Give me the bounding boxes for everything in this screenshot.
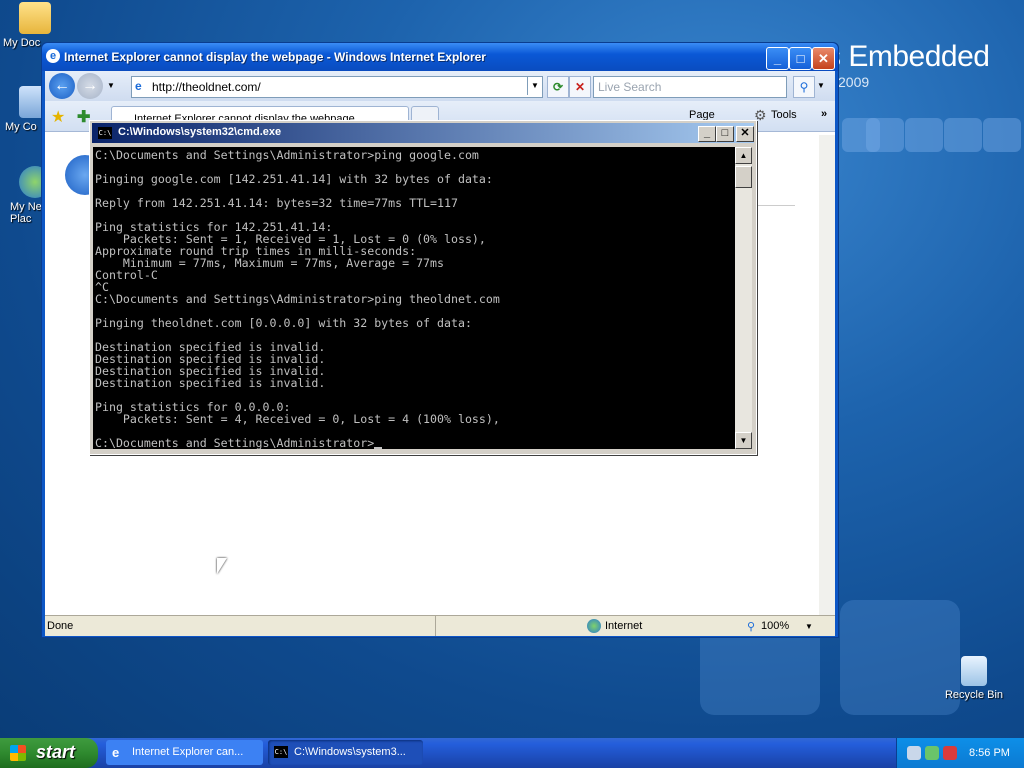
- start-label: start: [36, 742, 76, 762]
- cmd-window-title: C:\Windows\system32\cmd.exe: [118, 126, 282, 138]
- console-line: Destination specified is invalid.: [95, 376, 326, 390]
- refresh-button[interactable]: ⟳: [547, 76, 569, 98]
- minimize-button[interactable]: _: [766, 47, 789, 70]
- tools-menu-button[interactable]: Tools: [771, 109, 797, 121]
- ie-window-title: Internet Explorer cannot display the web…: [64, 50, 486, 64]
- zone-label: Internet: [605, 620, 643, 632]
- ie-address-toolbar: ← → ▼ e http://theoldnet.com/ ▼ ⟳ ✕ Live…: [45, 71, 835, 101]
- status-divider: [435, 616, 436, 636]
- desktop-icon-recycle-bin[interactable]: Recycle Bin: [939, 656, 1009, 701]
- zoom-level[interactable]: 100%: [761, 620, 789, 632]
- cmd-minimize-button[interactable]: _: [698, 126, 716, 142]
- search-icon[interactable]: ⚲: [793, 76, 815, 98]
- cmd-vertical-scrollbar[interactable]: ▲ ▼: [735, 147, 752, 449]
- console-line: Packets: Sent = 4, Received = 0, Lost = …: [95, 412, 500, 426]
- taskbar-item-label: C:\Windows\system3...: [294, 746, 406, 758]
- console-output: C:\Documents and Settings\Administrator>…: [93, 147, 735, 449]
- decor-tile: [866, 118, 904, 152]
- decor-tile: [944, 118, 982, 152]
- decor-tile: [983, 118, 1021, 152]
- ie-vertical-scrollbar[interactable]: [819, 135, 835, 635]
- system-tray: 8:56 PM: [896, 738, 1024, 768]
- close-button[interactable]: ✕: [812, 47, 835, 70]
- search-placeholder: Live Search: [598, 80, 662, 94]
- scroll-up-icon[interactable]: ▲: [735, 147, 752, 164]
- console-line: C:\Documents and Settings\Administrator>…: [95, 292, 500, 306]
- internet-zone-icon: [587, 619, 601, 633]
- console-line: Reply from 142.251.41.14: bytes=32 time=…: [95, 196, 458, 210]
- cmd-window: C:\ C:\Windows\system32\cmd.exe _ □ ✕ C:…: [89, 120, 757, 455]
- page-icon: e: [135, 79, 142, 93]
- ie-logo-icon: e: [112, 745, 120, 760]
- cmd-icon: C:\: [274, 746, 288, 758]
- console-line: Pinging theoldnet.com [0.0.0.0] with 32 …: [95, 316, 472, 330]
- security-shield-icon[interactable]: [943, 746, 957, 760]
- search-input[interactable]: Live Search: [593, 76, 787, 98]
- recycle-bin-icon: [961, 656, 987, 686]
- ie-titlebar[interactable]: e Internet Explorer cannot display the w…: [42, 43, 838, 71]
- folder-icon: [19, 2, 51, 34]
- decor-tile: [905, 118, 943, 152]
- toolbar-overflow-icon[interactable]: »: [821, 108, 827, 120]
- back-button[interactable]: ←: [49, 73, 75, 99]
- stop-button[interactable]: ✕: [569, 76, 591, 98]
- status-text: Done: [47, 620, 74, 632]
- recent-pages-dropdown-icon[interactable]: ▼: [107, 81, 115, 90]
- mouse-cursor-icon: [217, 558, 227, 574]
- taskbar-item-label: Internet Explorer can...: [132, 746, 244, 758]
- maximize-button[interactable]: □: [789, 47, 812, 70]
- cmd-titlebar[interactable]: C:\ C:\Windows\system32\cmd.exe _ □ ✕: [92, 123, 754, 143]
- favorites-star-icon[interactable]: ★: [51, 107, 65, 127]
- scroll-thumb[interactable]: [735, 166, 752, 188]
- forward-button[interactable]: →: [77, 73, 103, 99]
- taskbar-item-ie[interactable]: e Internet Explorer can...: [106, 740, 263, 765]
- desktop-icon-label: Recycle Bin: [944, 689, 1004, 701]
- address-dropdown-icon[interactable]: ▼: [527, 77, 542, 95]
- cmd-maximize-button[interactable]: □: [716, 126, 734, 142]
- search-options-icon[interactable]: ▼: [817, 81, 825, 90]
- zoom-dropdown-icon[interactable]: ▼: [805, 622, 813, 631]
- cmd-console[interactable]: C:\Documents and Settings\Administrator>…: [93, 147, 735, 449]
- network-icon[interactable]: [907, 746, 921, 760]
- address-bar[interactable]: e http://theoldnet.com/ ▼: [131, 76, 543, 98]
- text-cursor: [374, 447, 383, 449]
- cmd-icon: C:\: [98, 127, 112, 139]
- console-line: Pinging google.com [142.251.41.14] with …: [95, 172, 493, 186]
- taskbar: start e Internet Explorer can... C:\ C:\…: [0, 738, 1024, 768]
- scroll-down-icon[interactable]: ▼: [735, 432, 752, 449]
- address-text: http://theoldnet.com/: [152, 80, 261, 94]
- taskbar-item-cmd[interactable]: C:\ C:\Windows\system3...: [268, 740, 423, 765]
- ie-logo-icon: e: [46, 49, 60, 63]
- brand-text: s Embedded: [826, 40, 990, 73]
- windows-logo-icon: [10, 745, 26, 761]
- ie-status-bar: Done Internet ⚲ 100% ▼: [45, 615, 835, 636]
- cmd-close-button[interactable]: ✕: [736, 126, 754, 142]
- connection-icon[interactable]: [925, 746, 939, 760]
- brand-year: 2009: [838, 74, 870, 90]
- clock[interactable]: 8:56 PM: [969, 747, 1010, 759]
- console-line: C:\Documents and Settings\Administrator>…: [95, 148, 479, 162]
- zoom-icon: ⚲: [747, 621, 756, 633]
- console-prompt: C:\Documents and Settings\Administrator>: [95, 436, 375, 449]
- start-button[interactable]: start: [0, 738, 98, 768]
